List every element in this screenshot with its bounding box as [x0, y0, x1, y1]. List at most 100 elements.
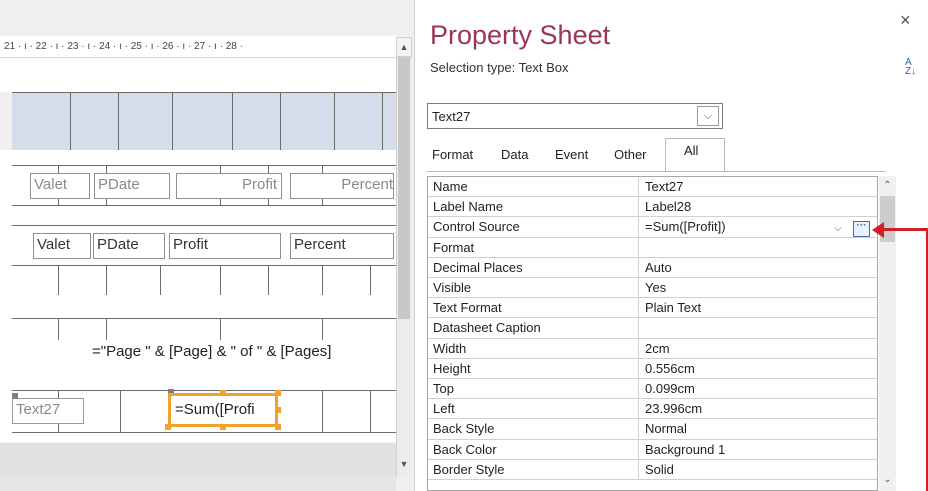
tab-event[interactable]: Event [555, 147, 588, 162]
property-name: Left [433, 401, 455, 417]
property-row[interactable]: Control Source =Sum([Profit]) [428, 217, 877, 238]
property-name: Height [433, 360, 471, 376]
control-selector-value: Text27 [432, 109, 471, 124]
property-row[interactable]: Back Color Background 1 [428, 439, 877, 460]
property-row[interactable]: Visible Yes [428, 278, 877, 299]
property-row[interactable]: Width 2cm [428, 338, 877, 359]
property-value[interactable]: Background 1 [645, 442, 725, 457]
selection-handle[interactable] [275, 390, 281, 396]
property-name: Label Name [433, 199, 504, 215]
property-value[interactable]: 23.996cm [645, 401, 702, 416]
property-grid: Name Text27 Label Name Label28 Control Sourc… [427, 176, 878, 491]
chevron-down-icon[interactable]: ⌵ [697, 106, 719, 126]
horizontal-ruler: 21 · ı · 22 · ı · 23 · ı · 24 · ı · 25 ·… [0, 36, 396, 58]
tab-other[interactable]: Other [614, 147, 647, 162]
header-label-valet[interactable]: Valet [30, 173, 90, 199]
scroll-up-arrow-icon[interactable]: ⌃ [879, 178, 896, 194]
property-row[interactable]: Name Text27 [428, 177, 877, 198]
property-column-divider [638, 419, 639, 439]
property-name: Control Source [433, 219, 520, 235]
property-row[interactable]: Decimal Places Auto [428, 257, 877, 278]
control-selector-combo[interactable] [427, 103, 723, 129]
property-column-divider [638, 298, 639, 318]
page-footer-band [0, 310, 396, 372]
selection-handle[interactable] [220, 390, 226, 396]
header-label-percent[interactable]: Percent [290, 173, 394, 199]
property-name: Back Color [433, 441, 497, 457]
chevron-down-icon[interactable]: ⌵ [830, 221, 846, 237]
page-header-grid [12, 92, 396, 151]
property-row[interactable]: Top 0.099cm [428, 379, 877, 400]
detail-field-percent[interactable]: Percent [290, 233, 394, 259]
selection-handle[interactable] [220, 424, 226, 430]
property-row[interactable]: Format [428, 237, 877, 258]
az-sort-icon[interactable]: A Z↓ [905, 58, 919, 78]
property-value[interactable]: Yes [645, 280, 666, 295]
property-column-divider [638, 459, 639, 479]
property-row[interactable]: Back Style Normal [428, 419, 877, 440]
property-column-divider [638, 177, 639, 197]
property-name: Decimal Places [433, 259, 523, 275]
tab-all[interactable]: All [684, 143, 698, 158]
header-label-profit[interactable]: Profit [176, 173, 282, 199]
property-value[interactable]: Normal [645, 421, 687, 436]
property-row[interactable]: Text Format Plain Text [428, 298, 877, 319]
design-empty-area [0, 443, 396, 476]
detail-field-valet[interactable]: Valet [33, 233, 91, 259]
vertical-scrollbar-thumb[interactable] [398, 57, 410, 319]
property-row[interactable]: Label Name Label28 [428, 197, 877, 218]
close-icon[interactable]: × [900, 10, 911, 31]
property-name: Border Style [433, 461, 505, 477]
scroll-down-arrow-icon[interactable]: ▼ [396, 455, 412, 473]
property-row[interactable]: Left 23.996cm [428, 399, 877, 420]
property-row[interactable]: Border Style Solid [428, 459, 877, 480]
scroll-up-arrow-icon[interactable]: ▲ [396, 37, 412, 57]
tab-format[interactable]: Format [432, 147, 473, 162]
property-name: Text Format [433, 300, 502, 316]
property-value[interactable]: Auto [645, 260, 672, 275]
property-value[interactable]: 0.099cm [645, 381, 695, 396]
property-row[interactable]: Height 0.556cm [428, 358, 877, 379]
annotation-arrow-shaft [880, 228, 928, 231]
sum-profit-textbox[interactable]: =Sum([Profi [168, 393, 278, 427]
property-column-divider [638, 237, 639, 257]
property-value[interactable]: Text27 [645, 179, 683, 194]
page-number-expression[interactable]: ="Page " & [Page] & " of " & [Pages] [92, 343, 331, 360]
selection-type-label: Selection type: Text Box [430, 60, 569, 75]
property-name: Format [433, 239, 475, 255]
property-value[interactable]: 2cm [645, 341, 670, 356]
selection-handle[interactable] [275, 424, 281, 430]
scroll-down-arrow-icon[interactable]: ⌄ [879, 472, 896, 488]
property-value[interactable]: Plain Text [645, 300, 701, 315]
selection-handle[interactable] [12, 393, 18, 399]
property-name: Name [433, 179, 468, 194]
footer-label-text27[interactable]: Text27 [12, 398, 84, 424]
selection-handle[interactable] [165, 424, 171, 430]
detail-band [0, 210, 396, 319]
property-value[interactable]: 0.556cm [645, 361, 695, 376]
property-name: Top [433, 381, 454, 396]
property-value[interactable]: Solid [645, 462, 674, 477]
property-name: Datasheet Caption [433, 320, 541, 336]
property-column-divider [638, 338, 639, 358]
expression-builder-button[interactable]: ··· [853, 221, 870, 237]
property-value[interactable]: Label28 [645, 199, 691, 214]
tab-data[interactable]: Data [501, 147, 528, 162]
header-label-pdate[interactable]: PDate [94, 173, 170, 199]
property-name: Visible [433, 280, 472, 295]
property-name: Width [433, 340, 467, 356]
selection-handle[interactable] [275, 407, 281, 413]
property-column-divider [638, 318, 639, 338]
horizontal-scrollbar[interactable] [0, 476, 396, 491]
property-row[interactable]: Datasheet Caption [428, 318, 877, 339]
property-column-divider [638, 278, 639, 298]
report-design-view: 21 · ı · 22 · ı · 23 · ı · 24 · ı · 25 ·… [0, 0, 414, 491]
detail-field-pdate[interactable]: PDate [93, 233, 165, 259]
tab-divider [427, 171, 886, 172]
annotation-arrow-head [872, 222, 884, 238]
property-value[interactable]: =Sum([Profit]) [645, 219, 726, 234]
property-sheet-title: Property Sheet [430, 20, 611, 50]
page-header-band [0, 58, 396, 92]
detail-field-profit[interactable]: Profit [169, 233, 281, 259]
property-column-divider [638, 257, 639, 277]
